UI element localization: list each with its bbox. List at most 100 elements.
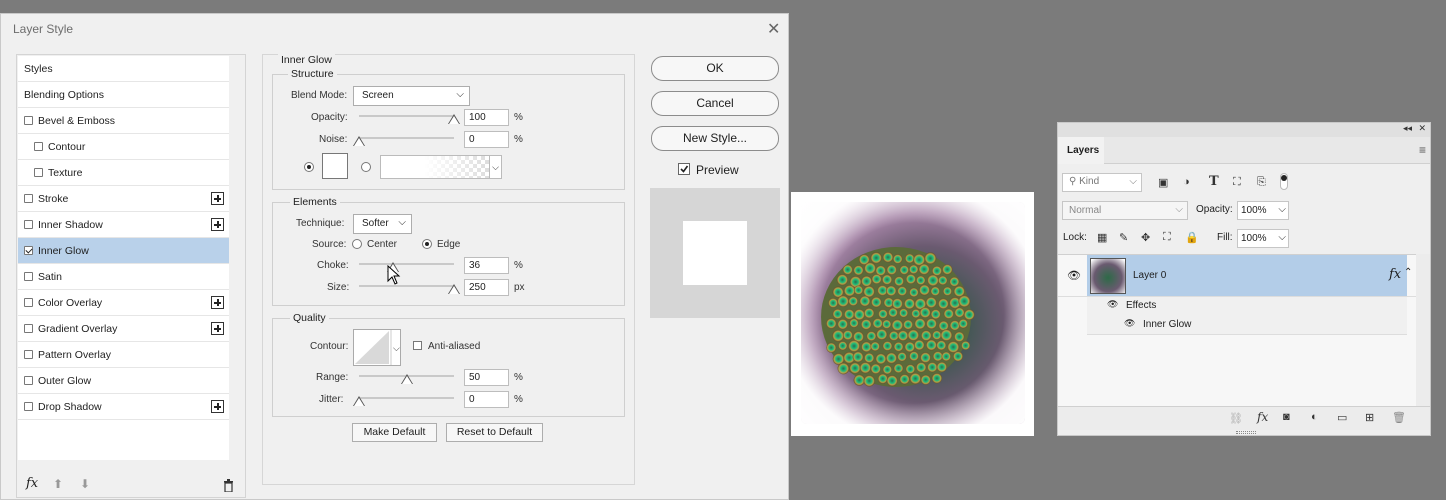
preview-checkbox[interactable] [678, 163, 690, 175]
eye-icon[interactable]: 👁 [1067, 269, 1081, 282]
style-item-checkbox[interactable] [24, 220, 33, 229]
jitter-input[interactable]: 0 [464, 391, 509, 408]
layer-thumbnail[interactable] [1090, 258, 1126, 294]
move-down-icon[interactable]: ⬇ [80, 477, 90, 491]
panel-menu-icon[interactable]: ≡ [1419, 143, 1426, 157]
glow-color-swatch[interactable] [322, 153, 348, 179]
style-item[interactable]: Inner Glow [18, 238, 229, 264]
close-icon[interactable]: ✕ [1418, 123, 1426, 134]
style-item[interactable]: Stroke [18, 186, 229, 212]
add-layer-style-icon[interactable]: fx [1257, 410, 1268, 424]
new-group-icon[interactable]: ▭ [1337, 411, 1347, 424]
adjustment-layer-filter-icon[interactable]: ◑ [1183, 176, 1190, 188]
collapse-icon[interactable]: ◂◂ [1403, 123, 1412, 134]
lock-image-pixels-icon[interactable]: ✎ [1119, 231, 1128, 244]
gradient-radio[interactable] [361, 162, 371, 172]
resize-grip[interactable] [1236, 431, 1256, 434]
opacity-slider[interactable] [359, 115, 454, 117]
lock-position-icon[interactable]: ✥ [1141, 231, 1150, 244]
style-item-checkbox[interactable] [24, 402, 33, 411]
eye-icon[interactable]: 👁 [1124, 318, 1135, 329]
source-edge-radio[interactable] [422, 239, 432, 249]
style-item-checkbox[interactable] [24, 298, 33, 307]
opacity-input[interactable]: 100% ⌵ [1237, 201, 1289, 220]
lock-all-icon[interactable]: 🔒 [1185, 231, 1199, 244]
add-effect-icon[interactable] [211, 400, 224, 413]
add-effect-icon[interactable] [211, 192, 224, 205]
gradient-dropdown-icon[interactable]: ⌵ [489, 155, 502, 179]
style-item[interactable]: Gradient Overlay [18, 316, 229, 342]
lock-artboard-icon[interactable]: ⛶ [1163, 231, 1171, 244]
contour-picker[interactable]: ⌵ [353, 329, 401, 366]
size-slider[interactable] [359, 285, 454, 287]
new-adjustment-layer-icon[interactable]: ◐ [1311, 411, 1318, 423]
noise-input[interactable]: 0 [464, 131, 509, 148]
size-input[interactable]: 250 [464, 279, 509, 296]
trash-icon[interactable] [223, 479, 234, 492]
jitter-slider[interactable] [359, 397, 454, 399]
reset-to-default-button[interactable]: Reset to Default [446, 423, 543, 442]
noise-slider-thumb[interactable] [353, 136, 365, 146]
lock-transparent-pixels-icon[interactable]: ▦ [1097, 231, 1107, 244]
style-item[interactable]: Bevel & Emboss [18, 108, 229, 134]
shape-layer-filter-icon[interactable]: ⛶ [1233, 176, 1241, 189]
style-item[interactable]: Inner Shadow [18, 212, 229, 238]
choke-slider[interactable] [359, 263, 454, 265]
style-item-checkbox[interactable] [34, 142, 43, 151]
add-mask-icon[interactable]: ◙ [1283, 411, 1290, 423]
style-item[interactable]: Contour [18, 134, 229, 160]
pixel-layer-filter-icon[interactable]: ▣ [1158, 176, 1168, 189]
range-slider-thumb[interactable] [400, 374, 413, 384]
style-item[interactable]: Color Overlay [18, 290, 229, 316]
style-item-checkbox[interactable] [24, 272, 33, 281]
technique-select[interactable]: Softer ⌵ [353, 214, 412, 234]
add-effect-icon[interactable] [211, 218, 224, 231]
style-item[interactable]: Satin [18, 264, 229, 290]
style-item-checkbox[interactable] [24, 324, 33, 333]
range-input[interactable]: 50 [464, 369, 509, 386]
close-icon[interactable]: ✕ [767, 19, 780, 39]
style-item[interactable]: Outer Glow [18, 368, 229, 394]
style-item-checkbox[interactable] [24, 194, 33, 203]
fill-input[interactable]: 100% ⌵ [1237, 229, 1289, 248]
style-item[interactable]: Styles [18, 56, 229, 82]
new-style-button[interactable]: New Style... [651, 126, 779, 151]
link-layers-icon[interactable]: ⛓ [1229, 412, 1243, 425]
styles-list-scrollbar[interactable] [229, 56, 244, 460]
delete-layer-icon[interactable]: 🗑 [1392, 411, 1406, 424]
jitter-slider-thumb[interactable] [353, 396, 365, 406]
style-item[interactable]: Blending Options [18, 82, 229, 108]
move-up-icon[interactable]: ⬆ [53, 477, 63, 491]
gradient-swatch[interactable] [380, 155, 490, 179]
smart-object-filter-icon[interactable]: ⎘ [1257, 176, 1266, 189]
style-item-checkbox[interactable] [34, 168, 43, 177]
choke-input[interactable]: 36 [464, 257, 509, 274]
color-radio[interactable] [304, 162, 314, 172]
style-item[interactable]: Pattern Overlay [18, 342, 229, 368]
expand-effects-icon[interactable]: ⌃ [1404, 267, 1412, 278]
tab-layers[interactable]: Layers [1058, 137, 1104, 164]
add-effect-icon[interactable] [211, 322, 224, 335]
blend-mode-select[interactable]: Screen ⌵ [353, 86, 470, 106]
style-item-checkbox[interactable] [24, 350, 33, 359]
canvas-document[interactable] [791, 192, 1034, 436]
size-slider-thumb[interactable] [448, 284, 460, 294]
new-layer-icon[interactable]: ⊞ [1365, 411, 1374, 424]
style-item-checkbox[interactable] [24, 246, 33, 255]
anti-aliased-checkbox[interactable] [413, 341, 422, 350]
add-effect-icon[interactable] [211, 296, 224, 309]
layer-name[interactable]: Layer 0 [1133, 270, 1166, 281]
style-item[interactable]: Drop Shadow [18, 394, 229, 420]
style-item[interactable]: Texture [18, 160, 229, 186]
type-layer-filter-icon[interactable]: T [1209, 174, 1219, 189]
fx-badge[interactable]: fx [1389, 267, 1401, 282]
style-item-checkbox[interactable] [24, 376, 33, 385]
layers-scrollbar[interactable] [1416, 254, 1430, 406]
eye-icon[interactable]: 👁 [1107, 299, 1118, 310]
fx-icon[interactable]: fx [26, 476, 38, 491]
filter-toggle[interactable] [1280, 173, 1288, 190]
source-center-radio[interactable] [352, 239, 362, 249]
make-default-button[interactable]: Make Default [352, 423, 437, 442]
ok-button[interactable]: OK [651, 56, 779, 81]
filter-kind-select[interactable]: ⚲ Kind ⌵ [1062, 173, 1142, 192]
